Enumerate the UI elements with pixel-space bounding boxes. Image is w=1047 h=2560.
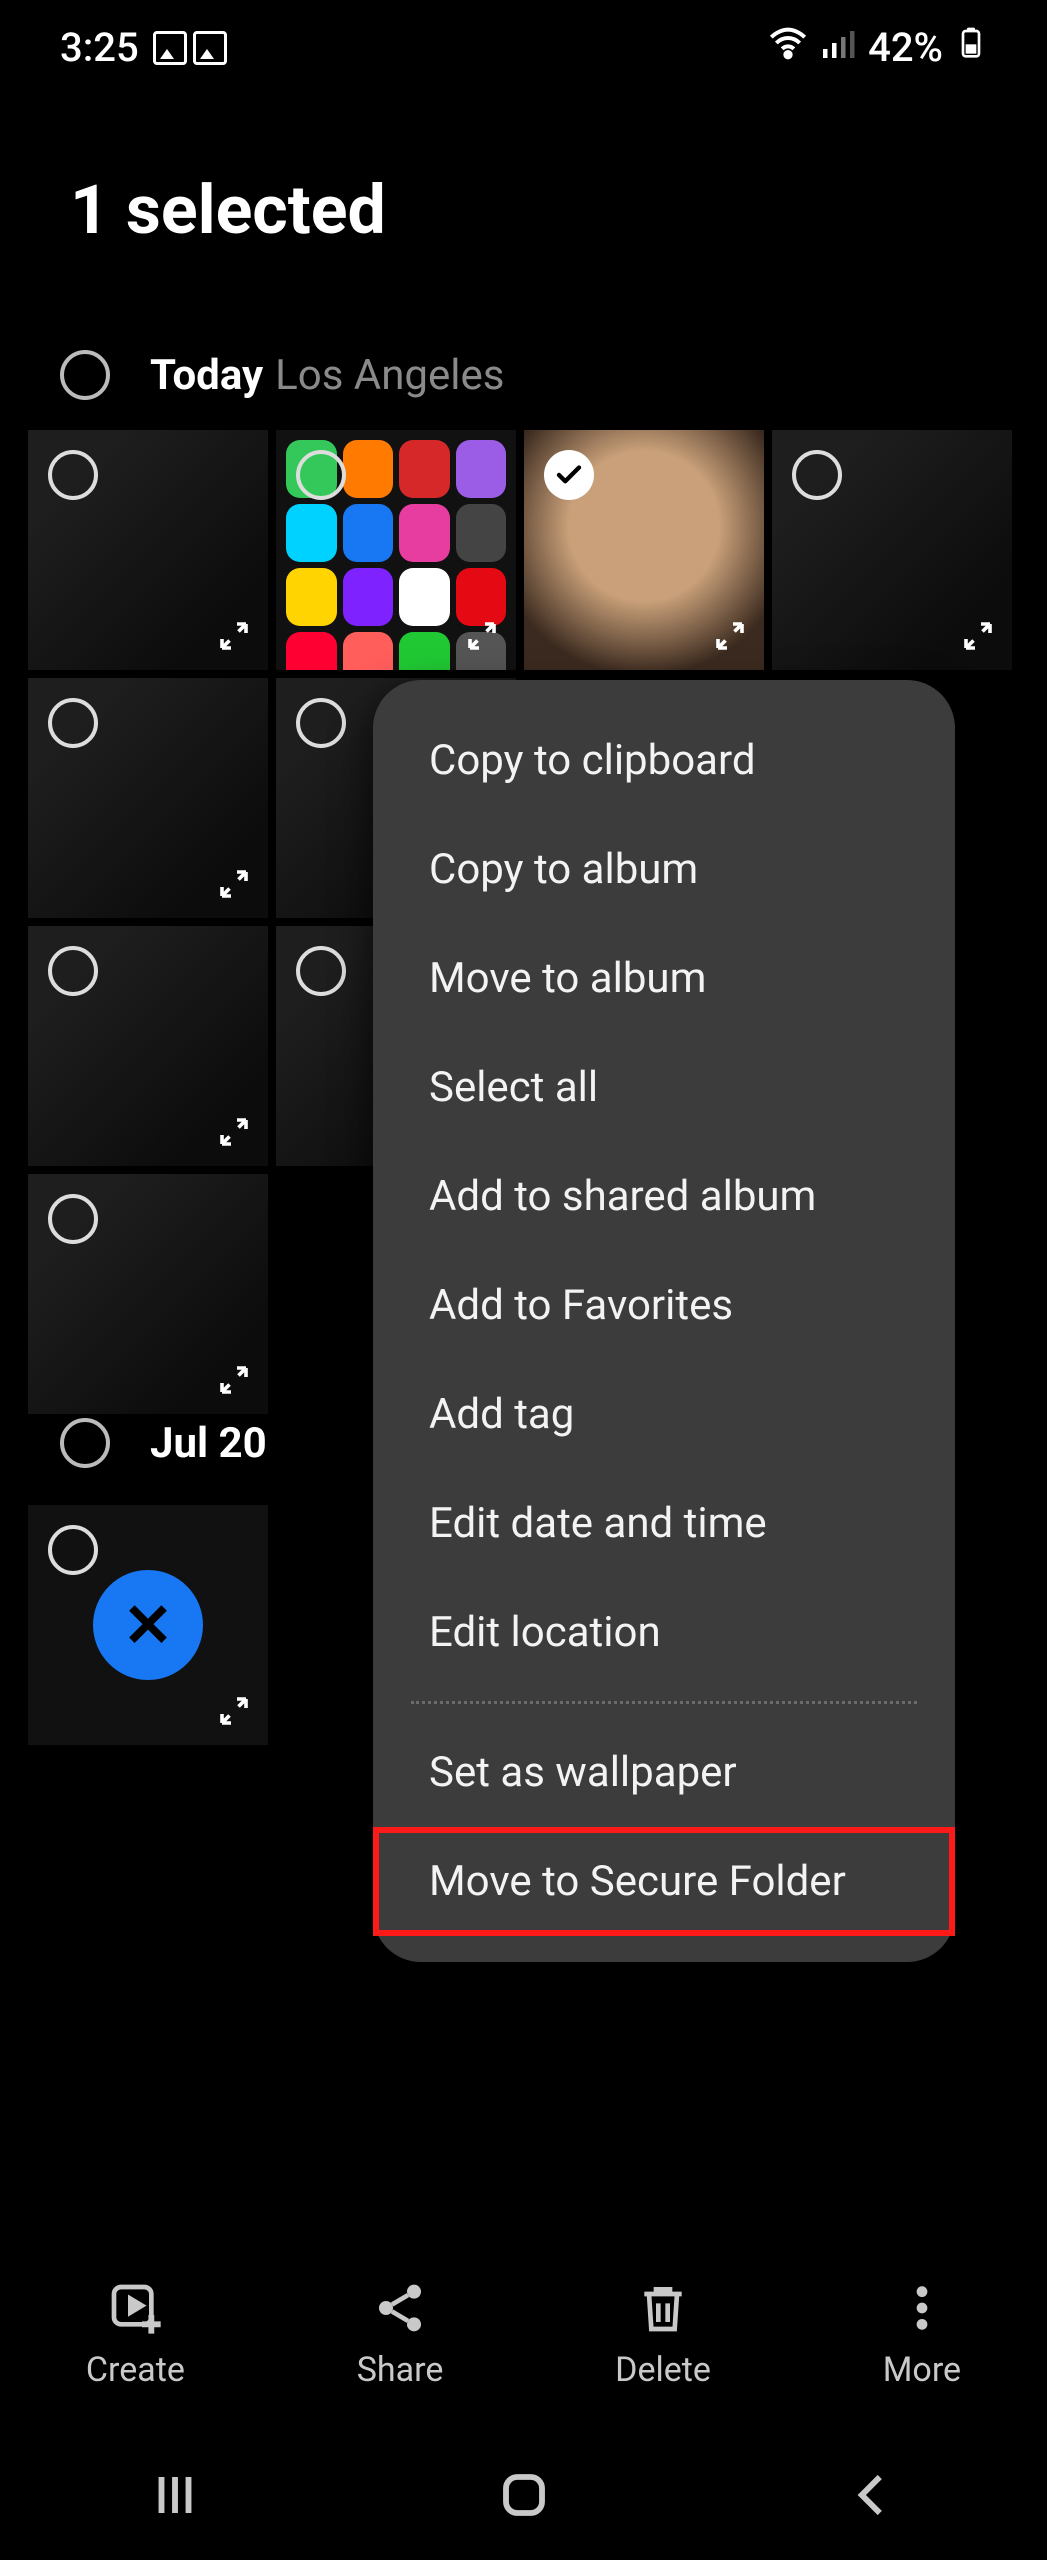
menu-separator [411, 1701, 917, 1704]
menu-set-wallpaper[interactable]: Set as wallpaper [373, 1718, 955, 1827]
section-title-jul20: Jul 20 [150, 1419, 267, 1468]
select-ring[interactable] [48, 1194, 98, 1244]
expand-icon[interactable] [710, 616, 750, 656]
share-label: Share [357, 2350, 444, 2390]
nav-home-button[interactable] [489, 2460, 559, 2530]
status-bar: 3:25 42% [0, 0, 1047, 95]
select-ring[interactable] [48, 698, 98, 748]
photo-thumb-selected[interactable] [524, 430, 764, 670]
select-all-jul20-checkbox[interactable] [60, 1418, 110, 1468]
expand-icon[interactable] [214, 1691, 254, 1731]
select-ring[interactable] [792, 450, 842, 500]
select-ring[interactable] [296, 698, 346, 748]
photo-notif-icon [193, 31, 227, 65]
menu-copy-album[interactable]: Copy to album [373, 815, 955, 924]
expand-icon[interactable] [958, 616, 998, 656]
status-time: 3:25 [60, 24, 139, 71]
system-nav-bar [0, 2430, 1047, 2560]
photo-thumb[interactable] [28, 678, 268, 918]
nav-back-button[interactable] [838, 2460, 908, 2530]
expand-icon[interactable] [214, 616, 254, 656]
checkmark-icon[interactable] [544, 450, 594, 500]
menu-copy-clipboard[interactable]: Copy to clipboard [373, 706, 955, 815]
section-subtitle-today: Los Angeles [275, 351, 504, 400]
select-ring[interactable] [296, 450, 346, 500]
select-ring[interactable] [48, 450, 98, 500]
create-button[interactable]: Create [86, 2280, 185, 2390]
bottom-action-bar: Create Share Delete More [0, 2240, 1047, 2430]
expand-icon[interactable] [462, 616, 502, 656]
signal-icon [820, 24, 856, 71]
select-all-today-checkbox[interactable] [60, 350, 110, 400]
more-button[interactable]: More [883, 2280, 961, 2390]
share-button[interactable]: Share [357, 2280, 444, 2390]
photo-thumb[interactable] [28, 1505, 268, 1745]
menu-add-favorites[interactable]: Add to Favorites [373, 1251, 955, 1360]
expand-icon[interactable] [214, 864, 254, 904]
section-title-today: Today [150, 351, 263, 400]
more-label: More [883, 2350, 961, 2390]
photo-thumb[interactable] [772, 430, 1012, 670]
wifi-icon [768, 23, 808, 73]
nav-recents-button[interactable] [140, 2460, 210, 2530]
context-menu: Copy to clipboard Copy to album Move to … [373, 680, 955, 1962]
menu-move-album[interactable]: Move to album [373, 924, 955, 1033]
menu-move-secure-folder[interactable]: Move to Secure Folder [373, 1827, 955, 1936]
photo-thumb[interactable] [276, 430, 516, 670]
select-ring[interactable] [296, 946, 346, 996]
page-title: 1 selected [70, 170, 386, 250]
menu-edit-datetime[interactable]: Edit date and time [373, 1469, 955, 1578]
select-ring[interactable] [48, 946, 98, 996]
photo-notif-icon [153, 31, 187, 65]
menu-select-all[interactable]: Select all [373, 1033, 955, 1142]
ifixit-icon [93, 1570, 203, 1680]
delete-button[interactable]: Delete [615, 2280, 711, 2390]
photo-thumb[interactable] [28, 1174, 268, 1414]
menu-edit-location[interactable]: Edit location [373, 1578, 955, 1687]
expand-icon[interactable] [214, 1112, 254, 1152]
menu-add-shared-album[interactable]: Add to shared album [373, 1142, 955, 1251]
expand-icon[interactable] [214, 1360, 254, 1400]
photo-thumb[interactable] [28, 926, 268, 1166]
battery-icon [955, 23, 987, 73]
create-label: Create [86, 2350, 185, 2390]
delete-label: Delete [615, 2350, 711, 2390]
menu-add-tag[interactable]: Add tag [373, 1360, 955, 1469]
select-ring[interactable] [48, 1525, 98, 1575]
battery-text: 42% [868, 24, 943, 71]
photo-thumb[interactable] [28, 430, 268, 670]
